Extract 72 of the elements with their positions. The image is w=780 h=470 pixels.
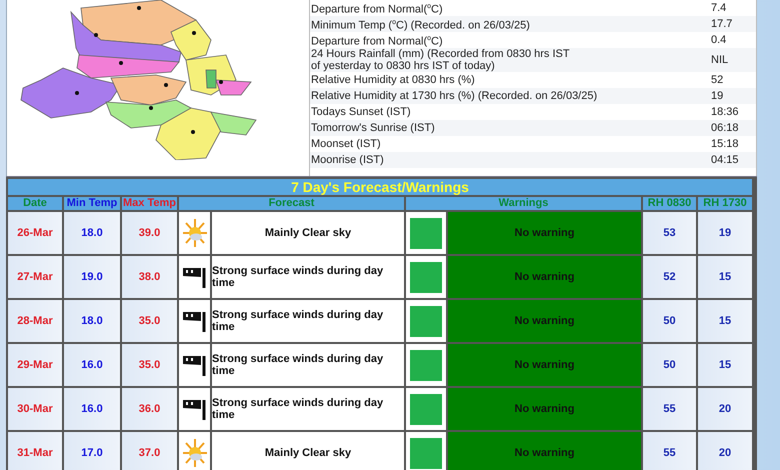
- observation-value: 17.7: [711, 18, 734, 30]
- observation-label: 24 Hours Rainfall (mm) (Recorded from 0830 hrs IST of yesterday to 0830 hrs IST of today): [310, 48, 571, 72]
- sun-cloud-icon: [182, 438, 206, 468]
- column-header: RH 0830: [643, 197, 696, 210]
- rh-cell: 15: [698, 344, 752, 386]
- min-temp-cell: 18.0: [64, 300, 120, 342]
- rh-cell: 53: [643, 212, 696, 254]
- min-temp-cell: 16.0: [64, 388, 120, 430]
- observation-label: Moonrise (IST): [310, 154, 385, 166]
- forecast-cell: Strong surface winds during day time: [212, 300, 404, 342]
- observation-value: 52: [711, 74, 724, 86]
- max-temp-cell: 37.0: [122, 432, 177, 470]
- observation-label: Departure from Normal($^{o}$C): [310, 34, 444, 48]
- rh-cell: 15: [698, 300, 752, 342]
- column-header: RH 1730: [698, 197, 752, 210]
- observation-value: 15:18: [711, 138, 740, 150]
- date-cell: 30-Mar: [8, 388, 62, 430]
- rh-cell: 50: [643, 300, 696, 342]
- max-temp-cell: 35.0: [122, 300, 177, 342]
- column-header: Forecast: [179, 197, 404, 210]
- max-temp-cell: 36.0: [122, 388, 177, 430]
- observation-value: 04:15: [711, 154, 740, 166]
- warning-cell: No warning: [448, 256, 641, 298]
- min-temp-cell: 19.0: [64, 256, 120, 298]
- observation-value: 18:36: [711, 106, 740, 118]
- date-cell: 31-Mar: [8, 432, 62, 470]
- observation-value: 7.4: [711, 2, 728, 14]
- max-temp-cell: 35.0: [122, 344, 177, 386]
- warning-cell: No warning: [448, 300, 641, 342]
- date-cell: 26-Mar: [8, 212, 62, 254]
- column-header: Date: [8, 197, 62, 210]
- date-cell: 29-Mar: [8, 344, 62, 386]
- forecast-cell: Mainly Clear sky: [212, 212, 404, 254]
- min-temp-cell: 17.0: [64, 432, 120, 470]
- observation-label: Tomorrow's Sunrise (IST): [310, 122, 436, 134]
- forecast-cell: Strong surface winds during day time: [212, 344, 404, 386]
- observation-label: Moonset (IST): [310, 138, 382, 150]
- column-header: Min Temp: [64, 197, 120, 210]
- observation-value: 19: [711, 90, 724, 102]
- rh-cell: 52: [643, 256, 696, 298]
- column-header: Warnings: [406, 197, 641, 210]
- forecast-cell: Strong surface winds during day time: [212, 256, 404, 298]
- warning-cell: No warning: [448, 432, 641, 470]
- max-temp-cell: 38.0: [122, 256, 177, 298]
- observation-label: Relative Humidity at 0830 hrs (%): [310, 74, 476, 86]
- date-cell: 28-Mar: [8, 300, 62, 342]
- forecast-cell: Strong surface winds during day time: [212, 388, 404, 430]
- warning-cell: No warning: [448, 212, 641, 254]
- observation-label: Todays Sunset (IST): [310, 106, 412, 118]
- rh-cell: 15: [698, 256, 752, 298]
- forecast-title: 7 Day's Forecast/Warnings: [8, 179, 752, 195]
- min-temp-cell: 18.0: [64, 212, 120, 254]
- min-temp-cell: 16.0: [64, 344, 120, 386]
- observation-label: Departure from Normal($^{o}$C): [310, 2, 444, 16]
- max-temp-cell: 39.0: [122, 212, 177, 254]
- observation-value: 0.4: [711, 34, 728, 46]
- rh-cell: 20: [698, 432, 752, 470]
- observation-label: Minimum Temp ($^{o}$C) (Recorded. on 26/03/25): [310, 18, 531, 32]
- rh-cell: 55: [643, 432, 696, 470]
- observation-value: NIL: [711, 54, 730, 66]
- rh-cell: 50: [643, 344, 696, 386]
- rh-cell: 55: [643, 388, 696, 430]
- forecast-cell: Mainly Clear sky: [212, 432, 404, 470]
- rh-cell: 20: [698, 388, 752, 430]
- date-cell: 27-Mar: [8, 256, 62, 298]
- column-header: Max Temp: [122, 197, 177, 210]
- warning-cell: No warning: [448, 344, 641, 386]
- observation-label: Relative Humidity at 1730 hrs (%) (Recorded. on 26/03/25): [310, 90, 598, 102]
- warning-cell: No warning: [448, 388, 641, 430]
- rh-cell: 19: [698, 212, 752, 254]
- observation-value: 06:18: [711, 122, 740, 134]
- sun-cloud-icon: [182, 218, 206, 248]
